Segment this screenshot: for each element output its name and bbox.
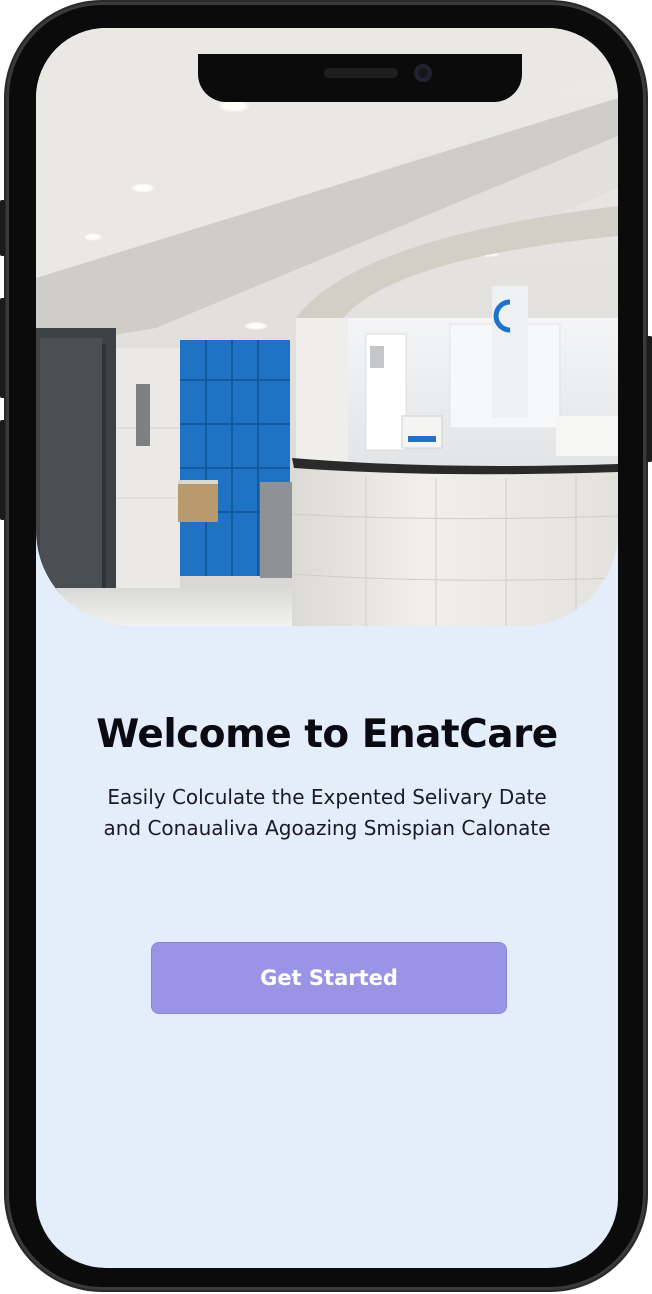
get-started-button[interactable]: Get Started <box>151 942 507 1014</box>
app-screen: Welcome to EnatCare Easily Colculate the… <box>36 28 618 1268</box>
volume-down-button <box>0 420 5 520</box>
speaker-grille <box>324 68 398 78</box>
mute-switch <box>0 200 5 256</box>
phone-frame: Welcome to EnatCare Easily Colculate the… <box>0 2 652 1290</box>
hero-image-clinic-reception <box>36 28 618 626</box>
front-camera <box>414 64 432 82</box>
power-button <box>647 336 652 462</box>
welcome-title: Welcome to EnatCare <box>96 712 558 757</box>
welcome-subtitle: Easily Colculate the Expented Selivary D… <box>103 785 551 840</box>
volume-up-button <box>0 298 5 398</box>
device-notch <box>198 54 522 102</box>
